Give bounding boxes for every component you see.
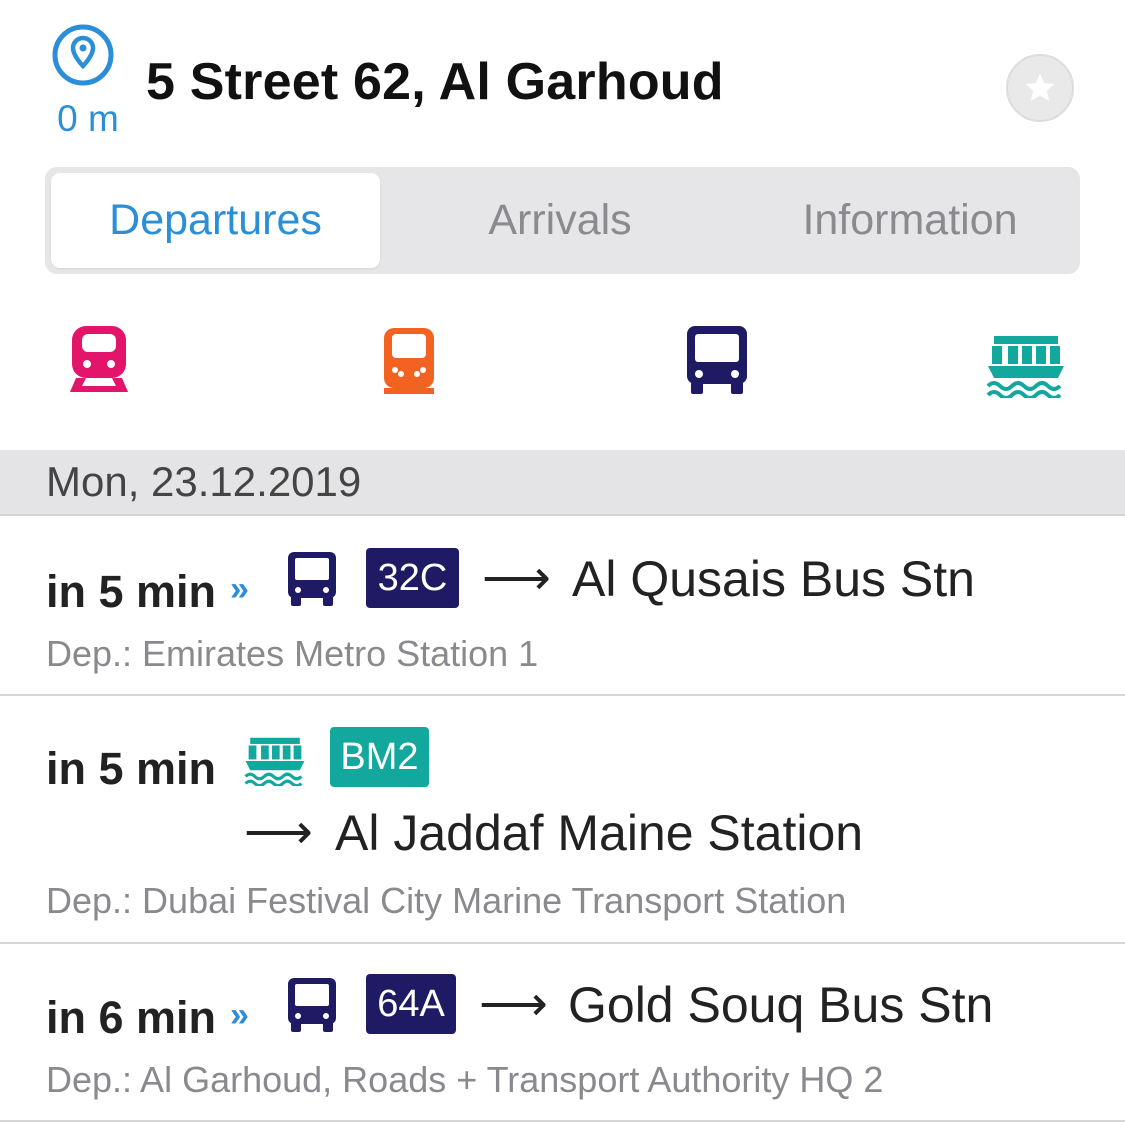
distance-label: 0 m bbox=[57, 98, 119, 139]
realtime-icon: » bbox=[230, 996, 249, 1034]
bus-icon bbox=[687, 326, 747, 394]
arrow-right-icon: ⟶ bbox=[479, 978, 548, 1031]
line-badge: 32C bbox=[366, 548, 459, 608]
departure-row[interactable]: in 6 min » 64A ⟶ Gold Souq Bus Stn Dep.:… bbox=[0, 944, 1125, 1122]
ferry-icon bbox=[244, 737, 305, 786]
date-label: Mon, 23.12.2019 bbox=[46, 458, 362, 505]
ferry-filter-button[interactable] bbox=[986, 334, 1066, 403]
page-title: 5 Street 62, Al Garhoud bbox=[146, 53, 724, 111]
bus-icon bbox=[288, 978, 336, 1032]
bus-icon bbox=[288, 552, 336, 606]
departure-time: in 5 min bbox=[46, 743, 217, 794]
tram-icon bbox=[384, 328, 434, 394]
arrow-right-icon: ⟶ bbox=[482, 552, 551, 605]
segmented-control: Departures Arrivals Information bbox=[45, 167, 1080, 274]
departure-row[interactable]: in 5 min BM2 ⟶ Al Jaddaf Maine Station D… bbox=[0, 696, 1125, 944]
destination: Al Qusais Bus Stn bbox=[572, 551, 975, 607]
tram-filter-button[interactable] bbox=[380, 326, 438, 401]
tab-departures[interactable]: Departures bbox=[51, 173, 380, 268]
realtime-icon: » bbox=[230, 570, 249, 608]
star-icon bbox=[1025, 73, 1055, 101]
departure-time: in 6 min bbox=[46, 992, 217, 1043]
departure-time: in 5 min bbox=[46, 566, 217, 617]
destination: Al Jaddaf Maine Station bbox=[335, 805, 864, 861]
line-badge: 64A bbox=[366, 974, 456, 1034]
metro-filter-button[interactable] bbox=[66, 322, 132, 399]
ferry-icon bbox=[986, 336, 1064, 400]
arrow-right-icon: ⟶ bbox=[244, 806, 313, 859]
date-header: Mon, 23.12.2019 bbox=[0, 450, 1125, 516]
departure-stop: Dep.: Al Garhoud, Roads + Transport Auth… bbox=[46, 1059, 884, 1100]
favorite-button[interactable] bbox=[1006, 54, 1074, 122]
destination: Gold Souq Bus Stn bbox=[568, 977, 994, 1033]
tab-information[interactable]: Information bbox=[740, 173, 1080, 268]
location-pin-icon bbox=[50, 22, 116, 88]
metro-icon bbox=[70, 326, 128, 392]
tab-arrivals[interactable]: Arrivals bbox=[390, 173, 730, 268]
line-badge: BM2 bbox=[330, 727, 429, 787]
departure-stop: Dep.: Dubai Festival City Marine Transpo… bbox=[46, 880, 847, 921]
departure-stop: Dep.: Emirates Metro Station 1 bbox=[46, 633, 539, 674]
departure-row[interactable]: in 5 min » 32C ⟶ Al Qusais Bus Stn Dep.:… bbox=[0, 518, 1125, 696]
bus-filter-button[interactable] bbox=[685, 324, 749, 401]
